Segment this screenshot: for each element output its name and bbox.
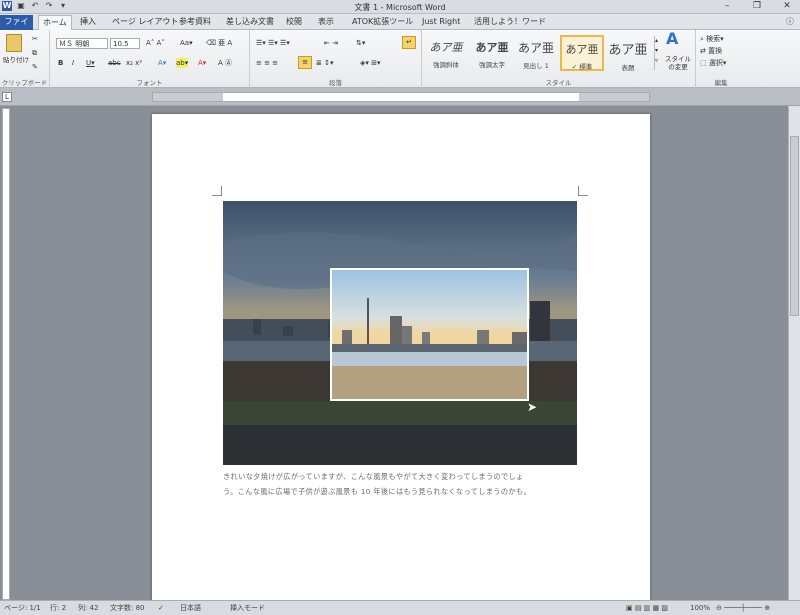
text-effect-icon[interactable]: A▾ bbox=[158, 58, 166, 68]
title-bar: W ▣ ↶ ↷ ▾ 文書 1 - Microsoft Word – ❐ ✕ bbox=[0, 0, 800, 14]
tab-atok[interactable]: ATOK拡張ツール bbox=[348, 15, 417, 30]
status-col: 列: 42 bbox=[78, 604, 99, 612]
tab-file[interactable]: ファイル bbox=[0, 15, 33, 40]
font-name-select[interactable]: ＭＳ 明朝 bbox=[56, 38, 108, 49]
tab-view[interactable]: 表示 bbox=[314, 15, 338, 30]
close-button[interactable]: ✕ bbox=[778, 0, 796, 13]
crop-mark bbox=[578, 186, 588, 196]
ribbon-tabs: ファイル ホーム 挿入 ページ レイアウト 参考資料 差し込み文書 校閲 表示 … bbox=[0, 14, 800, 40]
format-painter-icon[interactable]: ✎ bbox=[32, 62, 38, 72]
group-editing: ⌕ 検索▾ ⇄ 置換 ⬚ 選択▾ 編集 bbox=[696, 30, 746, 88]
scroll-thumb[interactable] bbox=[790, 136, 799, 316]
style-emphasis-italic[interactable]: あア亜 強調斜体 bbox=[424, 35, 468, 71]
bold-icon[interactable]: B bbox=[58, 58, 63, 68]
style-heading-1[interactable]: あア亜 見出し 1 bbox=[514, 35, 558, 71]
vertical-ruler[interactable] bbox=[2, 108, 10, 600]
find-button[interactable]: ⌕ 検索▾ bbox=[700, 34, 724, 44]
char-shade-icon[interactable]: A Ⓐ bbox=[218, 58, 232, 68]
status-bar: ページ: 1/1 行: 2 列: 42 文字数: 80 ✓ 日本語 挿入モード … bbox=[0, 600, 800, 615]
font-label: フォント bbox=[136, 79, 163, 87]
align-left-icon[interactable]: ≡ ≡ ≡ bbox=[256, 58, 278, 68]
style-emphasis-bold[interactable]: あア亜 強調太字 bbox=[470, 35, 514, 71]
underline-icon[interactable]: U▾ bbox=[86, 58, 95, 68]
font-color-icon[interactable]: A▾ bbox=[198, 58, 206, 68]
replace-icon: ⇄ bbox=[700, 47, 706, 55]
change-case-icon[interactable]: Aa▾ bbox=[180, 38, 193, 48]
style-normal[interactable]: あア亜 ✓ 標準 bbox=[560, 35, 604, 71]
paste-icon[interactable] bbox=[6, 34, 22, 52]
help-icon[interactable]: ⓘ bbox=[786, 16, 794, 27]
group-clipboard: 貼り付け ✂ ⧉ ✎ クリップボード bbox=[0, 30, 50, 88]
ribbon: 貼り付け ✂ ⧉ ✎ クリップボード ＭＳ 明朝 10.5 A˄ A˅ Aa▾ … bbox=[0, 30, 800, 88]
zoom-level[interactable]: 100% bbox=[690, 601, 710, 615]
show-marks-icon[interactable]: ↵ bbox=[402, 36, 416, 49]
copy-icon[interactable]: ⧉ bbox=[32, 48, 37, 58]
proofing-icon[interactable]: ✓ bbox=[158, 601, 164, 615]
ruler-row: L bbox=[0, 88, 800, 106]
crop-selection[interactable] bbox=[330, 268, 529, 401]
subscript-icon[interactable]: x₂ x² bbox=[126, 58, 142, 68]
tab-home[interactable]: ホーム bbox=[38, 15, 72, 30]
grow-font-icon[interactable]: A˄ A˅ bbox=[146, 38, 165, 48]
status-page[interactable]: ページ: 1/1 bbox=[4, 601, 41, 615]
paragraph-label: 段落 bbox=[329, 79, 342, 87]
window-title: 文書 1 - Microsoft Word bbox=[354, 3, 446, 12]
tab-insert[interactable]: 挿入 bbox=[76, 15, 100, 30]
status-words[interactable]: 文字数: 80 bbox=[110, 601, 145, 615]
group-font: ＭＳ 明朝 10.5 A˄ A˅ Aa▾ ⌫ 亜 A B I U▾ abc x₂… bbox=[50, 30, 250, 88]
tab-mailings[interactable]: 差し込み文書 bbox=[222, 15, 278, 30]
highlight-icon[interactable]: ab▾ bbox=[176, 58, 189, 68]
group-paragraph: ☰▾ ☰▾ ☰▾ ⇤ ⇥ ⇅▾ ↵ ≡ ≡ ≡ ≡ ≣ ↕▾ ◈▾ ⊞▾ 段落 bbox=[250, 30, 422, 88]
tab-just-right[interactable]: Just Right bbox=[418, 15, 464, 30]
view-buttons[interactable]: ▣ ▤ ▥ ▦ ▧ bbox=[626, 601, 668, 615]
sort-icon[interactable]: ⇅▾ bbox=[356, 38, 365, 48]
restore-button[interactable]: ❐ bbox=[748, 0, 766, 13]
mouse-pointer-icon: ➤ bbox=[527, 400, 538, 414]
body-text-line[interactable]: う。こんな風に広場で子供が遊ぶ風景も 10 年後にはもう見られなくなってしまうの… bbox=[223, 487, 531, 497]
tab-selector-icon[interactable]: L bbox=[2, 92, 12, 102]
styles-scroll[interactable]: ▴ ▾ ▿ bbox=[654, 36, 662, 70]
bullets-icon[interactable]: ☰▾ ☰▾ ☰▾ bbox=[256, 38, 290, 48]
font-size-select[interactable]: 10.5 bbox=[110, 38, 140, 49]
paste-button[interactable]: 貼り付け bbox=[3, 55, 29, 65]
tab-review[interactable]: 校閲 bbox=[282, 15, 306, 30]
change-styles-icon[interactable]: A bbox=[666, 31, 678, 47]
tab-page-layout[interactable]: ページ レイアウト bbox=[108, 15, 182, 30]
justify-icon[interactable]: ≡ bbox=[298, 56, 312, 69]
minimize-button[interactable]: – bbox=[718, 0, 736, 13]
clear-format-icon[interactable]: ⌫ 亜 A bbox=[206, 38, 232, 48]
cut-icon[interactable]: ✂ bbox=[32, 34, 38, 44]
crop-mark bbox=[212, 186, 222, 196]
select-button[interactable]: ⬚ 選択▾ bbox=[700, 58, 726, 68]
status-insert-mode[interactable]: 挿入モード bbox=[230, 601, 265, 615]
replace-button[interactable]: ⇄ 置換 bbox=[700, 46, 722, 56]
horizontal-ruler[interactable] bbox=[152, 92, 650, 102]
group-styles: あア亜 強調斜体 あア亜 強調太字 あア亜 見出し 1 あア亜 ✓ 標準 あア亜… bbox=[422, 30, 696, 88]
distribute-icon[interactable]: ≣ ↕▾ bbox=[316, 58, 333, 68]
strike-icon[interactable]: abc bbox=[108, 58, 121, 68]
select-icon: ⬚ bbox=[700, 59, 707, 67]
italic-icon[interactable]: I bbox=[72, 58, 74, 68]
editing-label: 編集 bbox=[714, 79, 728, 87]
status-language[interactable]: 日本語 bbox=[180, 601, 201, 615]
change-styles-button[interactable]: スタイルの変更 bbox=[662, 55, 694, 71]
indent-icon[interactable]: ⇤ ⇥ bbox=[324, 38, 338, 48]
styles-label: スタイル bbox=[545, 79, 572, 87]
find-icon: ⌕ bbox=[700, 35, 704, 43]
clipboard-label: クリップボード bbox=[1, 79, 48, 87]
zoom-slider[interactable]: ⊖ ────┼──── ⊕ bbox=[716, 601, 770, 615]
style-title[interactable]: あア亜 表題 bbox=[606, 35, 650, 72]
tab-references[interactable]: 参考資料 bbox=[175, 15, 215, 30]
tab-katsuyou[interactable]: 活用しよう！ワード bbox=[470, 15, 550, 30]
vertical-scrollbar[interactable] bbox=[788, 106, 800, 600]
status-row: 行: 2 bbox=[50, 604, 67, 612]
shading-icon[interactable]: ◈▾ ⊞▾ bbox=[360, 58, 381, 68]
body-text-line[interactable]: きれいな夕焼けが広がっていますが、こんな風景もやがて大きく変わってしまうのでしょ bbox=[223, 472, 524, 482]
